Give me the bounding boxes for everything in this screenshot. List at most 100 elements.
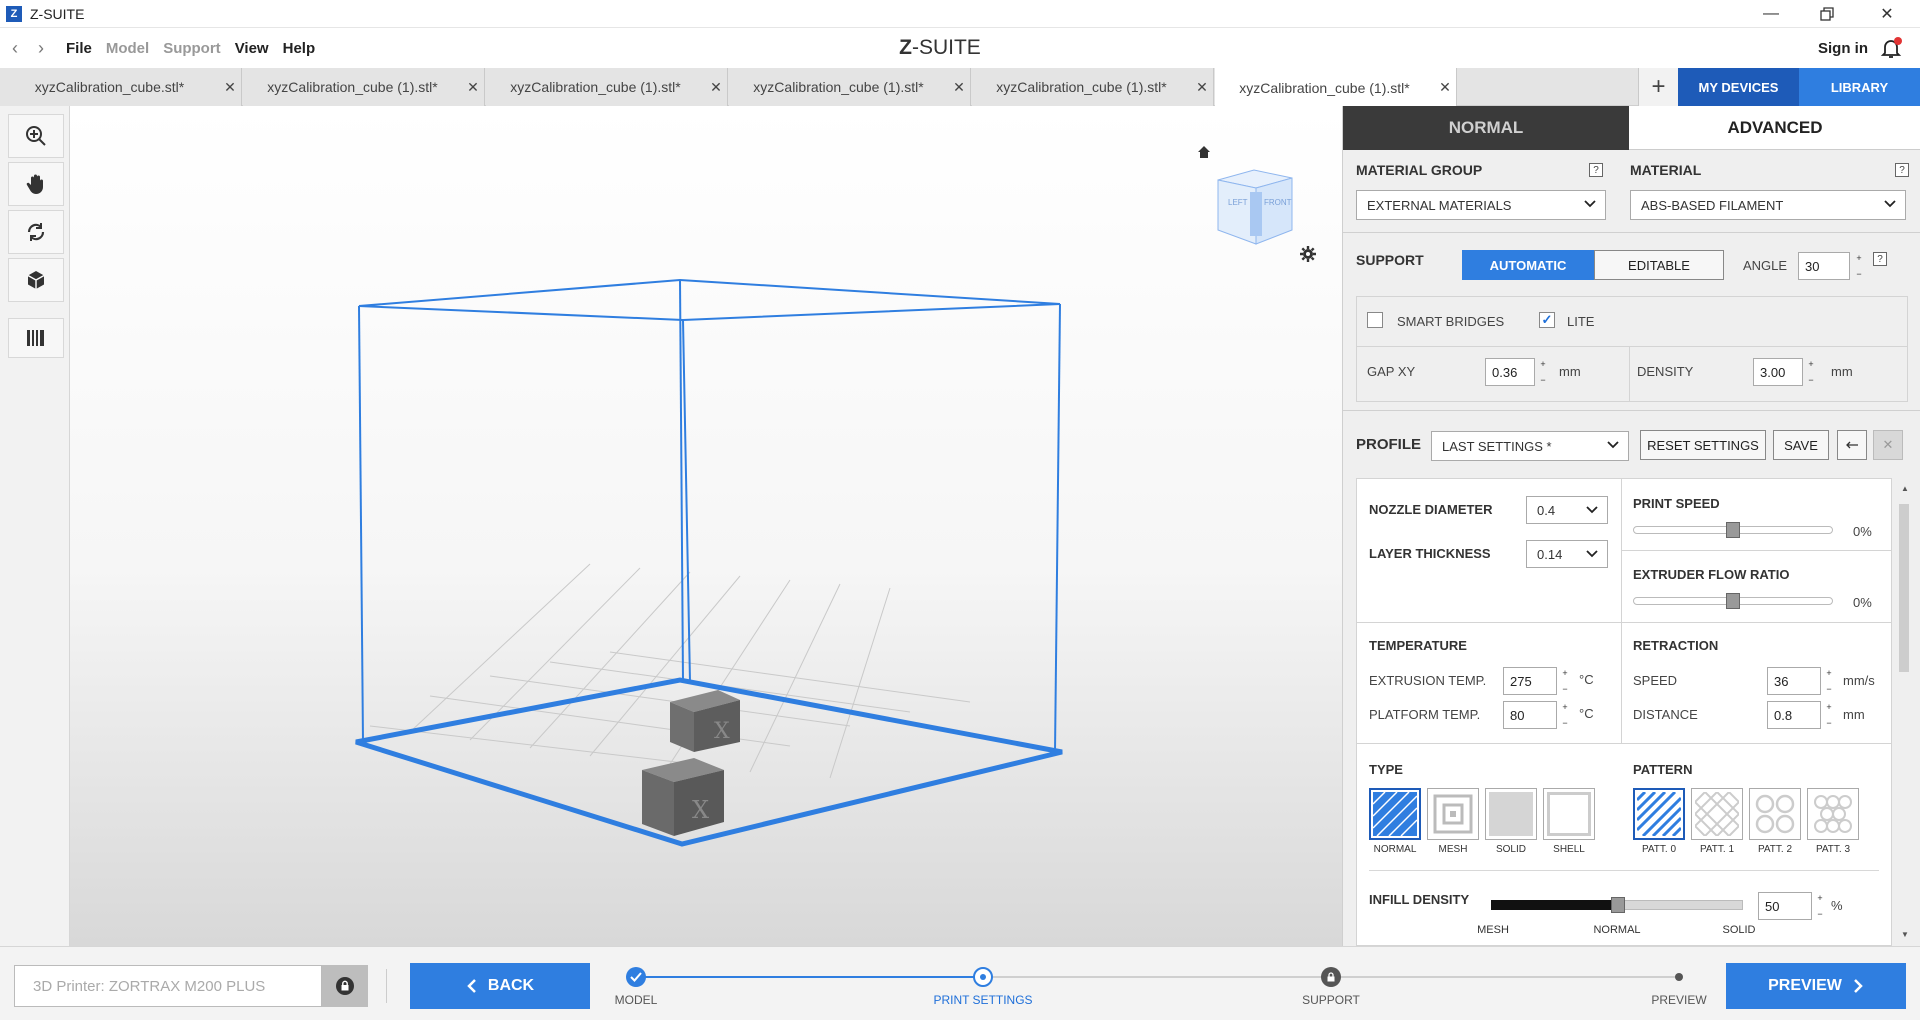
rotate-icon [27, 223, 45, 241]
file-tab[interactable]: xyzCalibration_cube (1).stl* ✕ [729, 68, 971, 106]
viewport-settings-gear-icon[interactable] [1300, 246, 1316, 262]
support-automatic-button[interactable]: AUTOMATIC [1462, 250, 1594, 280]
view-cube-button[interactable] [8, 258, 64, 302]
divider [1621, 478, 1622, 743]
notification-bell-icon[interactable] [1879, 36, 1903, 60]
pattern-3-label: PATT. 3 [1815, 844, 1851, 855]
undo-profile-button[interactable] [1837, 430, 1867, 460]
pattern-2[interactable] [1749, 788, 1801, 840]
reset-settings-button[interactable]: RESET SETTINGS [1640, 430, 1766, 460]
infill-mark-normal: NORMAL [1593, 924, 1641, 936]
undo-icon [1846, 441, 1858, 449]
angle-stepper[interactable]: + − [1853, 252, 1865, 280]
minimize-button[interactable]: — [1744, 0, 1798, 28]
file-tab-active[interactable]: xyzCalibration_cube (1).stl* ✕ [1215, 68, 1457, 107]
density-stepper[interactable]: + − [1805, 358, 1817, 386]
zoom-button[interactable] [8, 114, 64, 158]
retraction-distance-stepper[interactable]: + − [1823, 701, 1835, 729]
infill-density-stepper[interactable]: + − [1814, 892, 1826, 920]
file-tab[interactable]: xyzCalibration_cube.stl* ✕ [0, 68, 242, 106]
close-tab-icon[interactable]: ✕ [462, 79, 484, 96]
retraction-distance-input[interactable]: 0.8 [1767, 701, 1821, 729]
menu-view[interactable]: View [235, 40, 269, 57]
platform-temp-input[interactable]: 80 [1503, 701, 1557, 729]
step-preview-dot[interactable] [1675, 973, 1683, 981]
forward-arrow-icon[interactable]: › [30, 38, 52, 59]
extrusion-temp-stepper[interactable]: + − [1559, 667, 1571, 695]
material-dropdown[interactable]: ABS-BASED FILAMENT [1630, 190, 1906, 220]
layers-button[interactable] [8, 318, 64, 358]
infill-density-input[interactable]: 50 [1758, 892, 1812, 920]
extruder-flow-slider-thumb[interactable] [1726, 593, 1740, 609]
delete-profile-button[interactable]: ✕ [1873, 430, 1903, 460]
normal-mode-tab[interactable]: NORMAL [1343, 106, 1629, 150]
layer-thickness-dropdown[interactable]: 0.14 [1526, 540, 1608, 568]
model-cube-front: X [642, 758, 724, 836]
printer-lock-button[interactable] [322, 965, 368, 1007]
nozzle-diameter-dropdown[interactable]: 0.4 [1526, 496, 1608, 524]
help-icon[interactable]: ? [1873, 252, 1887, 266]
add-tab-button[interactable]: + [1638, 68, 1678, 106]
divider [1343, 232, 1920, 233]
extrusion-temp-input[interactable]: 275 [1503, 667, 1557, 695]
library-button[interactable]: LIBRARY [1799, 68, 1920, 106]
infill-type-shell[interactable] [1543, 788, 1595, 840]
gap-xy-stepper[interactable]: + − [1537, 358, 1549, 386]
step-print-settings-current-icon[interactable] [973, 967, 993, 987]
close-tab-icon[interactable]: ✕ [1191, 79, 1213, 96]
print-speed-slider-thumb[interactable] [1726, 522, 1740, 538]
pattern-3[interactable] [1807, 788, 1859, 840]
menu-help[interactable]: Help [283, 40, 316, 57]
close-tab-icon[interactable]: ✕ [1434, 79, 1456, 96]
my-devices-button[interactable]: MY DEVICES [1678, 68, 1799, 106]
infill-type-mesh[interactable] [1427, 788, 1479, 840]
concentric-square-icon [1433, 794, 1473, 834]
close-tab-icon[interactable]: ✕ [948, 79, 970, 96]
settings-scrollbar[interactable]: ▲ ▼ [1898, 484, 1910, 944]
close-tab-icon[interactable]: ✕ [219, 79, 241, 96]
close-tab-icon[interactable]: ✕ [705, 79, 727, 96]
rotate-button[interactable] [8, 210, 64, 254]
help-icon[interactable]: ? [1895, 163, 1909, 177]
pan-button[interactable] [8, 162, 64, 206]
svg-text:X: X [714, 719, 730, 744]
step-support-lock-icon[interactable] [1321, 967, 1341, 987]
file-tab[interactable]: xyzCalibration_cube (1).stl* ✕ [486, 68, 728, 106]
support-editable-button[interactable]: EDITABLE [1594, 250, 1724, 280]
back-arrow-icon[interactable]: ‹ [4, 38, 26, 59]
smart-bridges-checkbox[interactable] [1367, 312, 1383, 328]
platform-temp-stepper[interactable]: + − [1559, 701, 1571, 729]
menu-support[interactable]: Support [163, 40, 221, 57]
step-support-label: SUPPORT [1302, 993, 1360, 1007]
close-window-button[interactable]: ✕ [1860, 0, 1914, 28]
menu-model[interactable]: Model [106, 40, 149, 57]
angle-input[interactable]: 30 [1798, 252, 1850, 280]
help-icon[interactable]: ? [1589, 163, 1603, 177]
lite-checkbox[interactable]: ✓ [1539, 312, 1555, 328]
restore-button[interactable] [1800, 0, 1854, 28]
density-input[interactable]: 3.00 [1753, 358, 1803, 386]
save-profile-button[interactable]: SAVE [1773, 430, 1829, 460]
menu-file[interactable]: File [66, 40, 92, 57]
preview-button[interactable]: PREVIEW [1726, 963, 1906, 1009]
step-model-done-icon[interactable] [626, 967, 646, 987]
retraction-speed-input[interactable]: 36 [1767, 667, 1821, 695]
profile-dropdown[interactable]: LAST SETTINGS * [1431, 431, 1629, 461]
gap-xy-input[interactable]: 0.36 [1485, 358, 1535, 386]
infill-density-slider-thumb[interactable] [1611, 897, 1625, 913]
file-tab[interactable]: xyzCalibration_cube (1).stl* ✕ [243, 68, 485, 106]
back-button[interactable]: BACK [410, 963, 590, 1009]
file-tab[interactable]: xyzCalibration_cube (1).stl* ✕ [972, 68, 1214, 106]
infill-type-normal[interactable] [1369, 788, 1421, 840]
printer-field[interactable]: 3D Printer: ZORTRAX M200 PLUS [14, 965, 322, 1007]
pattern-1[interactable] [1691, 788, 1743, 840]
orientation-cube[interactable]: LEFT FRONT [1206, 158, 1300, 248]
sign-in-link[interactable]: Sign in [1818, 40, 1868, 57]
print-speed-value: 0% [1853, 524, 1872, 539]
3d-viewport[interactable]: X X LEFT FRONT [70, 106, 1342, 946]
pattern-0[interactable] [1633, 788, 1685, 840]
material-group-dropdown[interactable]: EXTERNAL MATERIALS [1356, 190, 1606, 220]
retraction-speed-stepper[interactable]: + − [1823, 667, 1835, 695]
infill-type-solid[interactable] [1485, 788, 1537, 840]
advanced-mode-tab[interactable]: ADVANCED [1629, 106, 1920, 150]
